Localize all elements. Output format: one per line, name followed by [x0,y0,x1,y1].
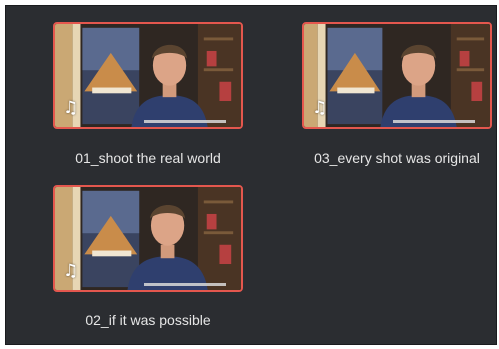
clip-thumbnail-01[interactable]: ♫ [53,22,243,129]
clip-thumbnail-02[interactable]: ♫ [53,185,243,292]
music-note-icon: ♫ [63,261,79,281]
window-frame: ♫ 01_shoot the real world ♫ 03_every sho… [0,0,499,349]
music-note-icon: ♫ [63,98,79,118]
clip-thumbnail-03[interactable]: ♫ [302,22,492,129]
clip-label[interactable]: 01_shoot the real world [53,150,243,166]
thumbnail-image [304,24,490,127]
music-note-icon: ♫ [312,98,328,118]
playhead-scrub-bar[interactable] [144,120,227,123]
media-pool-panel: ♫ 01_shoot the real world ♫ 03_every sho… [5,5,497,345]
clip-label[interactable]: 02_if it was possible [53,312,243,328]
clip-label[interactable]: 03_every shot was original [292,150,499,166]
playhead-scrub-bar[interactable] [144,283,227,286]
playhead-scrub-bar[interactable] [393,120,476,123]
thumbnail-image [55,187,241,290]
thumbnail-image [55,24,241,127]
